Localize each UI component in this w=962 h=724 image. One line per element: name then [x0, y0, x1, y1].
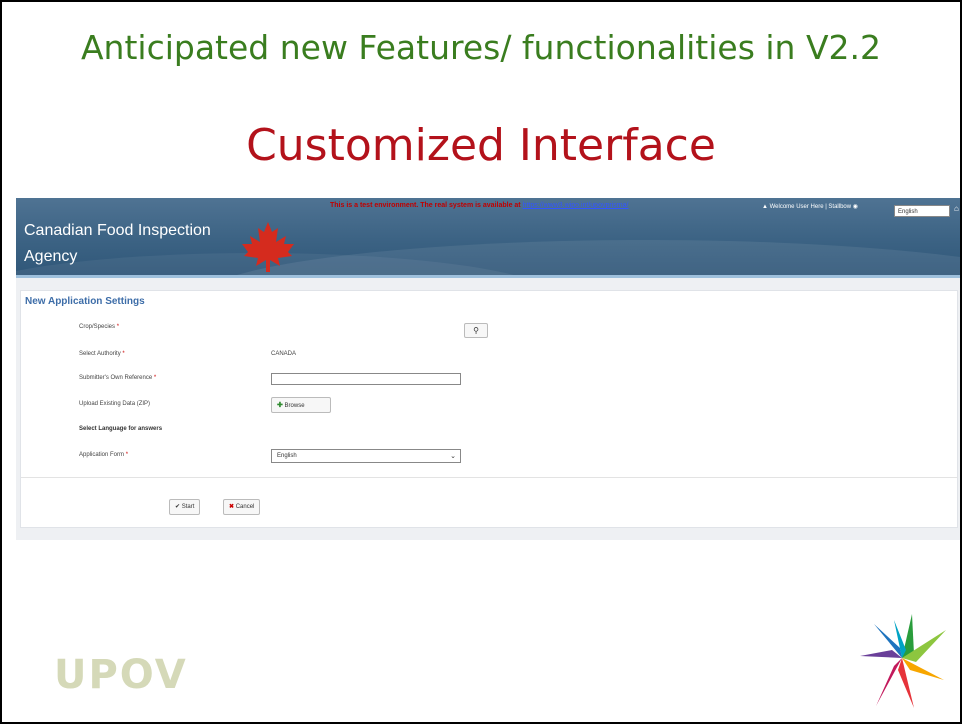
real-system-link[interactable]: https://www3.wipo.int/upovprisma/ — [523, 202, 629, 209]
required-mark: * — [122, 351, 125, 357]
search-icon: ⚲ — [473, 326, 479, 335]
app-screenshot: Canadian Food Inspection Agency This is … — [16, 198, 960, 540]
check-icon: ✔ — [175, 504, 181, 510]
home-icon[interactable]: ⌂ — [954, 204, 959, 213]
language-select[interactable]: English — [894, 205, 950, 217]
divider — [21, 477, 957, 478]
chevron-down-icon: ⌄ — [450, 453, 456, 460]
required-mark: * — [116, 324, 120, 330]
required-mark: * — [153, 375, 157, 381]
browse-button[interactable]: ✚ Browse — [271, 397, 331, 413]
maple-leaf-icon — [242, 222, 294, 272]
required-mark: * — [125, 452, 129, 458]
authority-value: CANADA — [271, 351, 297, 357]
form-heading: New Application Settings — [25, 296, 145, 307]
start-button[interactable]: ✔ Start — [169, 499, 201, 515]
agency-name-line1: Canadian Food Inspection — [24, 222, 211, 239]
agency-name-line2: Agency — [24, 248, 78, 265]
file-icon: ✚ — [277, 402, 283, 409]
test-message-text: This is a test environment. The real sys… — [330, 202, 521, 209]
agency-name: Canadian Food Inspection Agency — [24, 218, 211, 270]
test-environment-message: This is a test environment. The real sys… — [330, 202, 628, 209]
slide-title: Anticipated new Features/ functionalitie… — [80, 28, 882, 67]
close-icon: ✖ — [229, 504, 235, 510]
authority-label: Select Authority * — [79, 351, 125, 357]
cancel-button[interactable]: ✖ Cancel — [223, 499, 261, 515]
appform-label: Application Form * — [79, 452, 129, 458]
reference-input[interactable] — [271, 373, 461, 385]
user-info: ▲ Welcome User Here | Stallbow ◉ — [762, 203, 858, 210]
language-section-label: Select Language for answers — [79, 426, 163, 432]
crop-search-button[interactable]: ⚲ — [464, 323, 488, 338]
slide: Anticipated new Features/ functionalitie… — [0, 0, 962, 724]
upov-logo: UPOV — [54, 652, 188, 698]
crop-label: Crop/Species * — [79, 324, 120, 330]
app-banner: Canadian Food Inspection Agency This is … — [16, 198, 960, 278]
slide-subtitle: Customized Interface — [246, 120, 716, 171]
settings-panel: New Application Settings Crop/Species * … — [20, 290, 958, 528]
upload-label: Upload Existing Data (ZIP) — [79, 401, 151, 407]
globe-icon: ◉ — [852, 204, 859, 210]
colorful-star-logo-icon — [860, 614, 946, 708]
reference-label: Submitter's Own Reference * — [79, 375, 157, 381]
user-icon: ▲ — [762, 204, 768, 210]
appform-select[interactable]: English ⌄ — [271, 449, 461, 463]
user-welcome-text[interactable]: Welcome User Here | Stallbow — [770, 204, 851, 210]
